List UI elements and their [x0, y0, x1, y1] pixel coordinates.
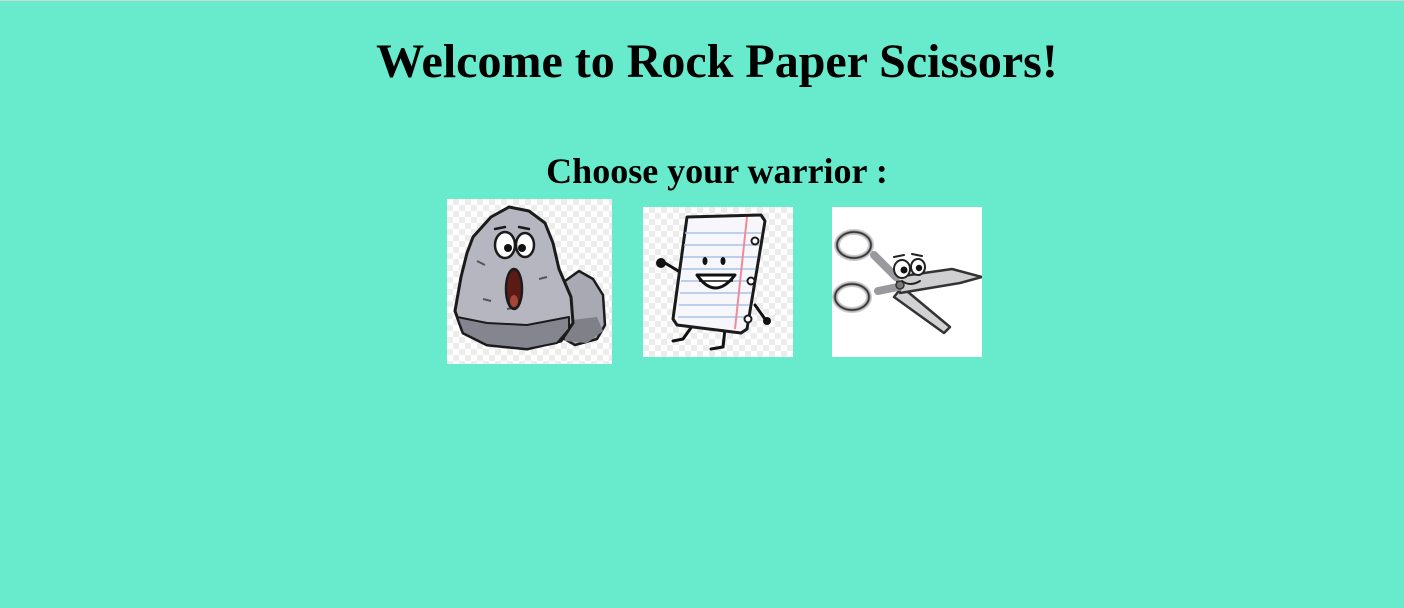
- rock-warrior-button[interactable]: [447, 199, 612, 364]
- top-border: [0, 0, 1404, 1]
- scissors-warrior-button[interactable]: [832, 207, 982, 357]
- choose-warrior-heading: Choose your warrior :: [546, 151, 888, 191]
- cartoon-rock-icon: [453, 205, 607, 351]
- cartoon-notebook-paper-icon: [656, 213, 771, 351]
- cartoon-scissors-icon: [832, 229, 982, 335]
- page-title: Welcome to Rock Paper Scissors!: [376, 35, 1058, 88]
- paper-warrior-button[interactable]: [643, 207, 793, 357]
